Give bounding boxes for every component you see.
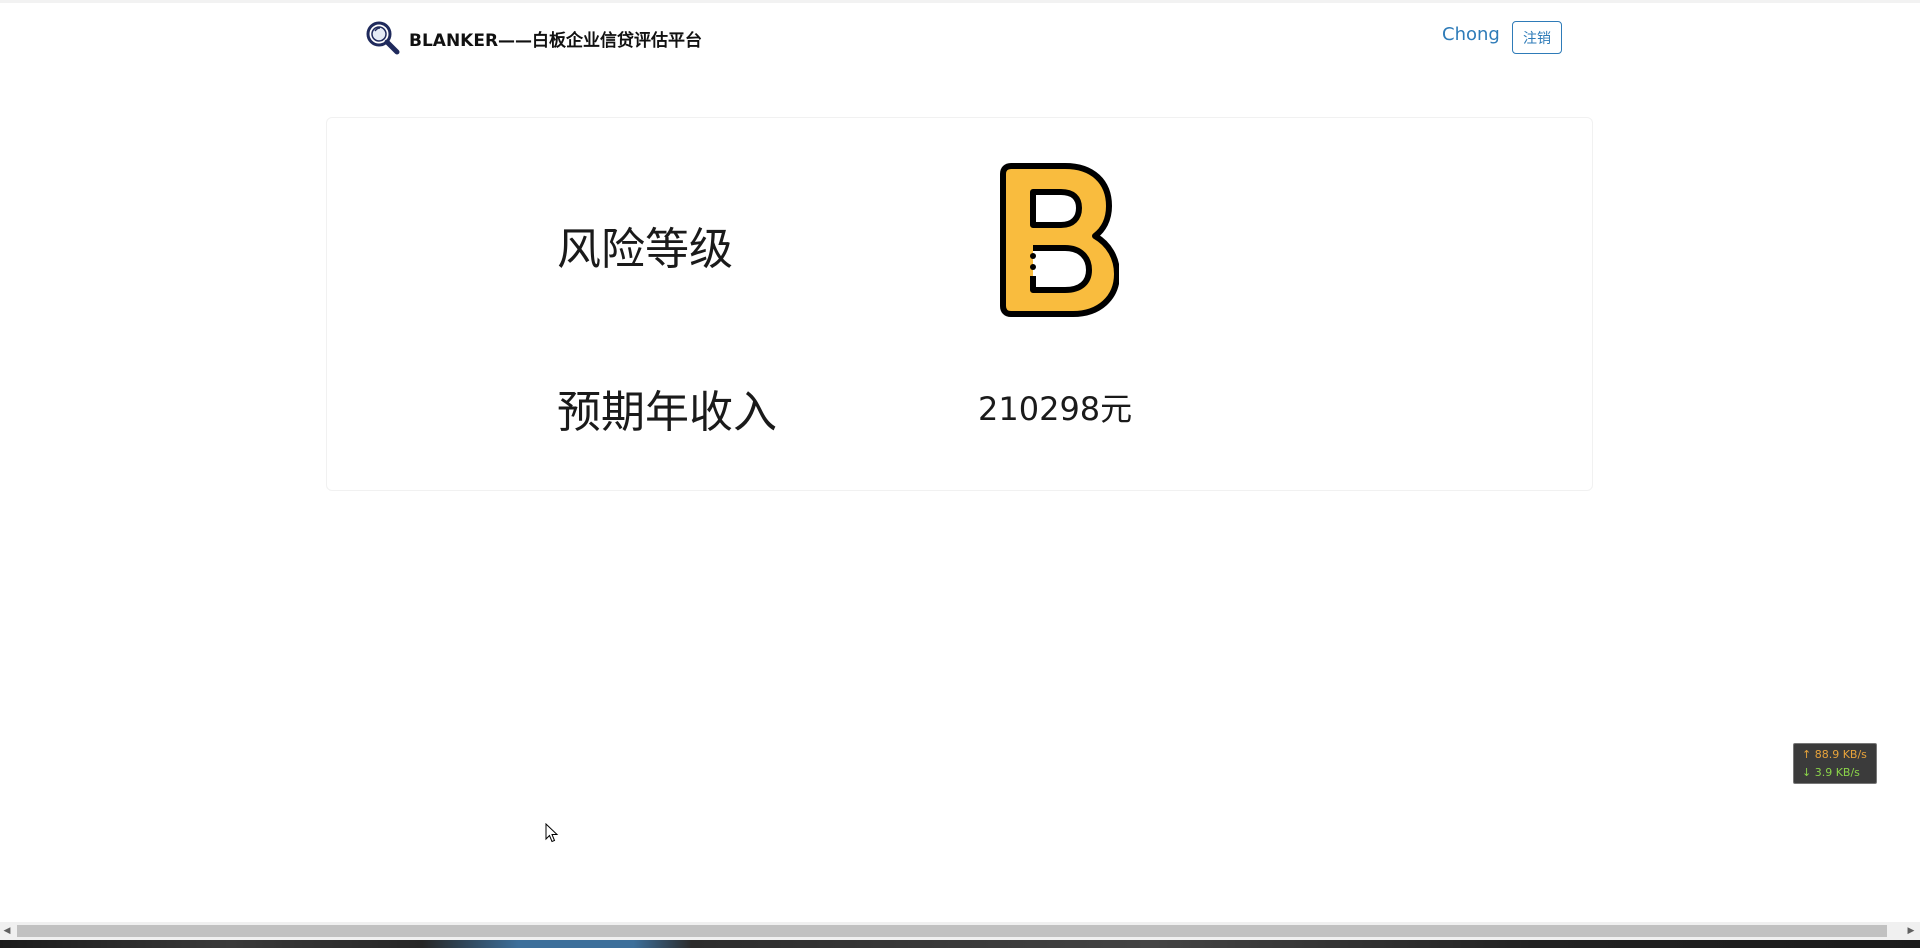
scrollbar-thumb[interactable] <box>17 925 1887 937</box>
expected-income-value: 210298元 <box>978 390 1133 428</box>
taskbar <box>0 940 1920 948</box>
download-speed: ↓ 3.9 KB/s <box>1802 766 1860 779</box>
risk-level-label: 风险等级 <box>557 224 733 275</box>
brand-title: BLANKER——白板企业信贷评估平台 <box>409 30 703 51</box>
result-card: 风险等级 预期年收入 210298元 <box>326 117 1593 491</box>
mouse-pointer-icon <box>545 823 559 843</box>
page: BLANKER——白板企业信贷评估平台 Chong 注销 风险等级 预期年收入 … <box>0 0 1920 948</box>
magnifier-icon <box>366 21 400 55</box>
expected-income-label: 预期年收入 <box>557 387 777 438</box>
navbar: BLANKER——白板企业信贷评估平台 Chong 注销 <box>360 14 1562 66</box>
scroll-left-icon[interactable]: ◀ <box>2 926 12 936</box>
upload-speed: ↑ 88.9 KB/s <box>1802 748 1867 761</box>
logout-button[interactable]: 注销 <box>1512 21 1562 54</box>
network-speed-widget[interactable]: ↑ 88.9 KB/s ↓ 3.9 KB/s <box>1793 743 1877 784</box>
top-border <box>0 0 1920 3</box>
letter-b-icon <box>1000 163 1119 317</box>
user-name-link[interactable]: Chong <box>1442 24 1500 45</box>
scroll-right-icon[interactable]: ▶ <box>1906 926 1916 936</box>
brand-link[interactable]: BLANKER——白板企业信贷评估平台 <box>365 20 702 56</box>
horizontal-scrollbar[interactable]: ◀ ▶ <box>0 922 1920 940</box>
